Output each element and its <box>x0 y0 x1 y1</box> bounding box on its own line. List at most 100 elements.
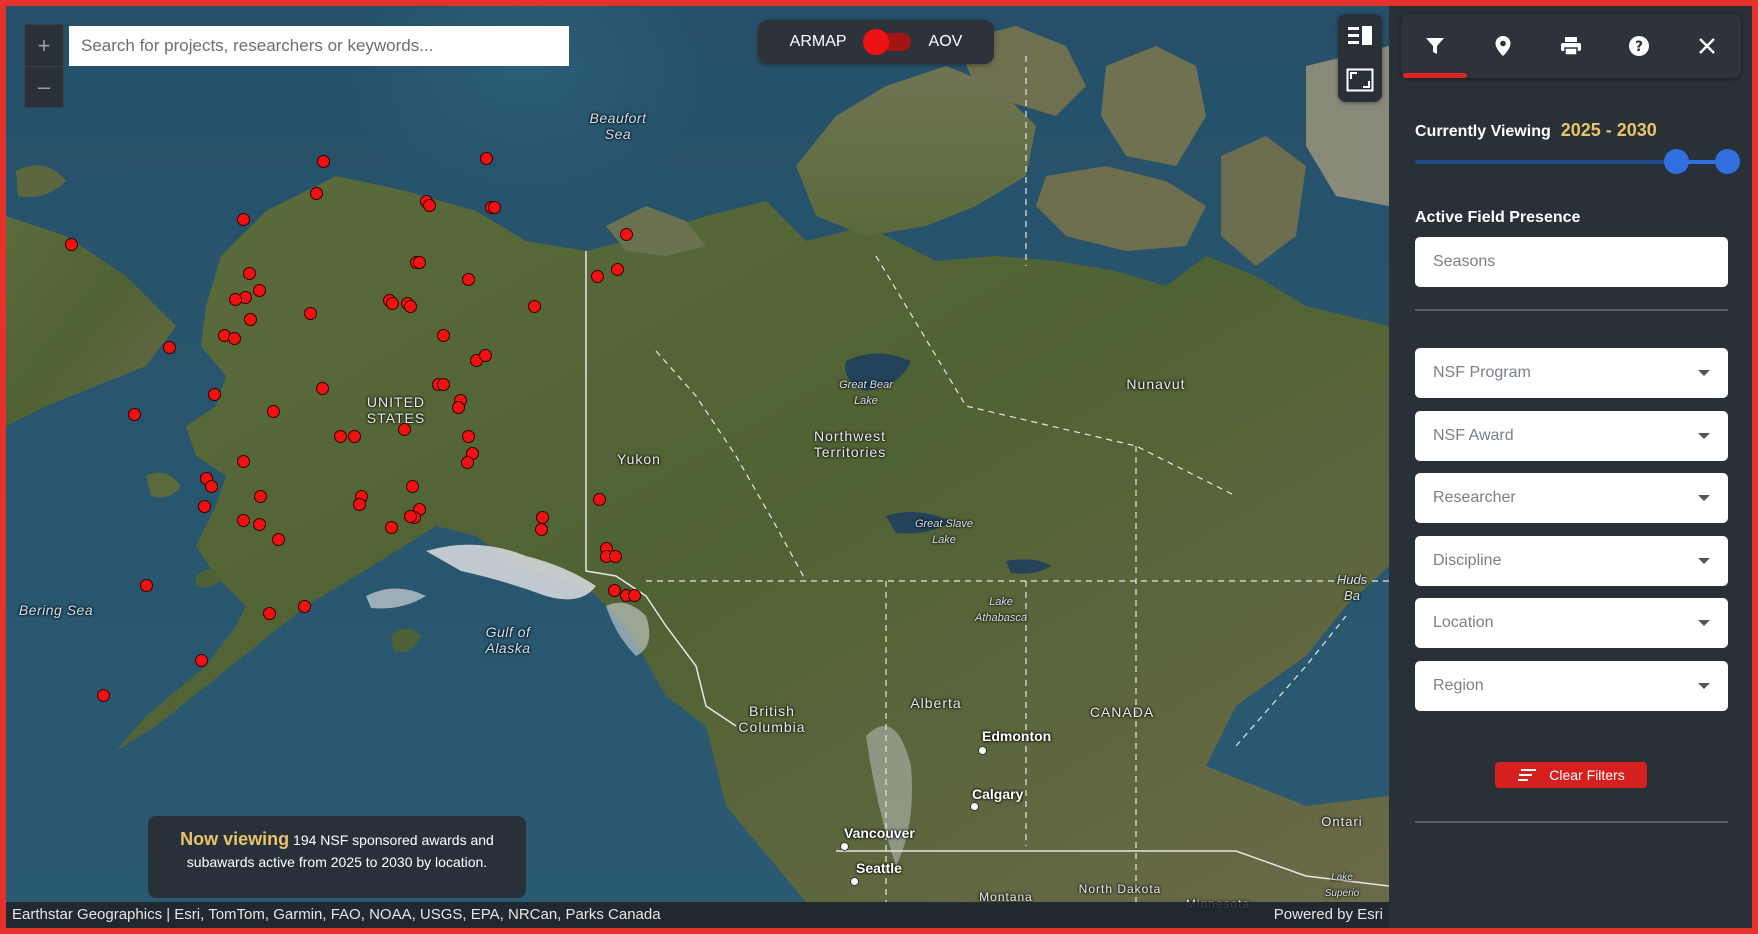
project-marker[interactable] <box>253 518 266 531</box>
project-marker[interactable] <box>228 332 241 345</box>
project-marker[interactable] <box>163 341 176 354</box>
project-marker[interactable] <box>298 600 311 613</box>
chevron-down-icon <box>1698 558 1710 564</box>
project-marker[interactable] <box>65 238 78 251</box>
project-marker[interactable] <box>317 155 330 168</box>
project-marker[interactable] <box>198 500 211 513</box>
city-label-vancouver: Vancouver <box>844 825 915 841</box>
project-marker[interactable] <box>316 382 329 395</box>
map-label-nunavut: Nunavut <box>1126 376 1186 392</box>
project-marker[interactable] <box>462 273 475 286</box>
tab-location[interactable] <box>1469 14 1537 78</box>
project-marker[interactable] <box>593 493 606 506</box>
project-marker[interactable] <box>535 523 548 536</box>
bottom-divider <box>1415 821 1728 823</box>
list-view-icon <box>1348 26 1372 45</box>
project-marker[interactable] <box>254 490 267 503</box>
currently-viewing: Currently Viewing 2025 - 2030 <box>1415 120 1657 141</box>
project-marker[interactable] <box>611 263 624 276</box>
map-mode-switch[interactable] <box>862 29 913 55</box>
now-viewing-count: 194 <box>293 832 317 848</box>
list-view-button[interactable] <box>1338 14 1382 58</box>
project-marker[interactable] <box>195 654 208 667</box>
project-marker[interactable] <box>244 313 257 326</box>
project-marker[interactable] <box>237 455 250 468</box>
project-marker[interactable] <box>385 521 398 534</box>
project-marker[interactable] <box>452 401 465 414</box>
project-marker[interactable] <box>267 405 280 418</box>
project-marker[interactable] <box>237 213 250 226</box>
project-marker[interactable] <box>591 270 604 283</box>
project-marker[interactable] <box>348 430 361 443</box>
project-marker[interactable] <box>609 550 622 563</box>
now-viewing-highlight: Now viewing <box>180 829 290 849</box>
project-marker[interactable] <box>423 199 436 212</box>
powered-by-esri[interactable]: Powered by Esri <box>1274 902 1383 928</box>
project-marker[interactable] <box>128 408 141 421</box>
help-icon: ? <box>1629 36 1649 56</box>
project-marker[interactable] <box>413 256 426 269</box>
tab-print[interactable] <box>1537 14 1605 78</box>
project-marker[interactable] <box>229 293 242 306</box>
tab-filter[interactable] <box>1401 14 1469 78</box>
project-marker[interactable] <box>488 201 501 214</box>
project-marker[interactable] <box>398 423 411 436</box>
project-marker[interactable] <box>310 187 323 200</box>
discipline-dropdown[interactable]: Discipline <box>1415 536 1728 586</box>
year-range: 2025 - 2030 <box>1560 120 1657 140</box>
nsf-program-dropdown[interactable]: NSF Program <box>1415 348 1728 398</box>
project-marker[interactable] <box>263 607 276 620</box>
project-marker[interactable] <box>406 480 419 493</box>
seasons-field[interactable]: Seasons <box>1415 237 1728 287</box>
project-marker[interactable] <box>253 284 266 297</box>
project-marker[interactable] <box>272 533 285 546</box>
year-range-slider[interactable] <box>1415 149 1740 174</box>
location-dropdown[interactable]: Location <box>1415 598 1728 648</box>
filter-icon <box>1426 38 1444 54</box>
slider-handle-end[interactable] <box>1715 149 1740 174</box>
search-input[interactable] <box>69 26 569 66</box>
project-marker[interactable] <box>620 228 633 241</box>
fullscreen-button[interactable] <box>1338 58 1382 102</box>
project-marker[interactable] <box>243 267 256 280</box>
project-marker[interactable] <box>208 388 221 401</box>
map-side-buttons <box>1338 14 1382 102</box>
project-marker[interactable] <box>386 297 399 310</box>
dropdown-label: Researcher <box>1433 489 1516 506</box>
project-marker[interactable] <box>437 378 450 391</box>
tab-help[interactable]: ? <box>1605 14 1673 78</box>
map-view[interactable]: Beaufort Sea Bering Sea Gulf of Alaska UNI… <box>6 6 1389 928</box>
project-marker[interactable] <box>205 480 218 493</box>
project-marker[interactable] <box>479 349 492 362</box>
project-marker[interactable] <box>404 510 417 523</box>
project-marker[interactable] <box>334 430 347 443</box>
clear-filters-button[interactable]: Clear Filters <box>1495 762 1647 788</box>
map-mode-toggle: ARMAP AOV <box>758 20 994 64</box>
project-marker[interactable] <box>404 300 417 313</box>
project-marker[interactable] <box>462 430 475 443</box>
project-marker[interactable] <box>536 511 549 524</box>
map-label-north-dakota: North Dakota <box>1078 882 1162 896</box>
project-marker[interactable] <box>353 498 366 511</box>
project-marker[interactable] <box>237 514 250 527</box>
project-marker[interactable] <box>304 307 317 320</box>
map-label-canada: CANADA <box>1089 704 1155 720</box>
slider-handle-start[interactable] <box>1664 149 1689 174</box>
tab-close[interactable] <box>1673 14 1741 78</box>
zoom-in-button[interactable]: + <box>25 25 63 66</box>
project-marker[interactable] <box>628 589 641 602</box>
project-marker[interactable] <box>97 689 110 702</box>
nsf-award-dropdown[interactable]: NSF Award <box>1415 411 1728 461</box>
zoom-out-button[interactable]: – <box>25 66 63 107</box>
currently-viewing-label: Currently Viewing <box>1415 123 1551 140</box>
project-marker[interactable] <box>437 329 450 342</box>
chevron-down-icon <box>1698 683 1710 689</box>
project-marker[interactable] <box>480 152 493 165</box>
city-dot-edmonton <box>978 746 987 755</box>
project-marker[interactable] <box>528 300 541 313</box>
researcher-dropdown[interactable]: Researcher <box>1415 473 1728 523</box>
project-marker[interactable] <box>140 579 153 592</box>
project-marker[interactable] <box>461 456 474 469</box>
now-viewing-summary: Now viewing 194 NSF sponsored awards and… <box>148 816 526 898</box>
region-dropdown[interactable]: Region <box>1415 661 1728 711</box>
